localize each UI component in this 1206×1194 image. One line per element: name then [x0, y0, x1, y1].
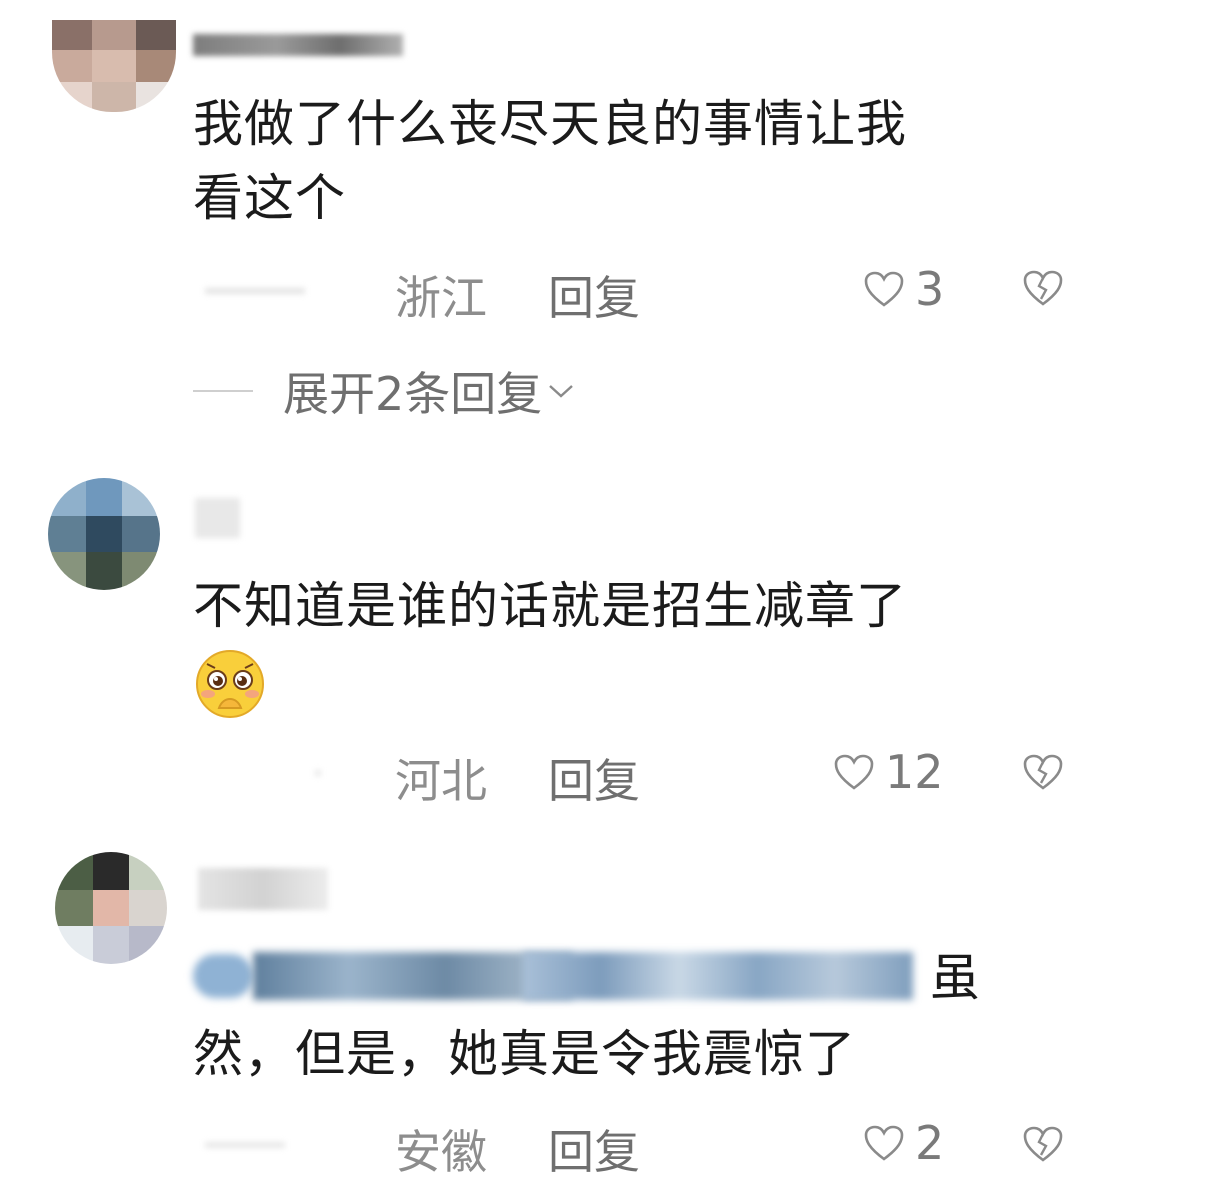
divider: [193, 390, 253, 392]
expand-replies-button[interactable]: 展开2条回复: [193, 358, 576, 424]
like-button[interactable]: 2: [863, 1116, 944, 1170]
reply-button[interactable]: 回复: [548, 1116, 640, 1182]
reply-button[interactable]: 回复: [548, 262, 640, 328]
comment-text-line: 不知道是谁的话就是招生减章了: [193, 577, 907, 635]
dislike-button[interactable]: [1022, 752, 1064, 796]
expand-label: 展开2条回复: [283, 367, 543, 421]
location: 安徽: [395, 1125, 487, 1179]
broken-heart-icon: [1023, 754, 1063, 790]
username-blurred[interactable]: [198, 868, 328, 910]
avatar[interactable]: [52, 20, 176, 112]
time-blurred: [205, 288, 305, 294]
location: 河北: [395, 754, 487, 808]
broken-heart-icon: [1023, 1126, 1063, 1162]
heart-outline-icon: [864, 1125, 904, 1161]
like-count: 12: [885, 745, 944, 799]
like-button[interactable]: 12: [833, 745, 944, 799]
broken-heart-icon: [1023, 270, 1063, 306]
username-blurred[interactable]: [195, 498, 240, 538]
like-count: 2: [915, 1116, 945, 1170]
heart-outline-icon: [834, 754, 874, 790]
comment-text-tail: 虽: [930, 949, 981, 1007]
avatar[interactable]: [48, 478, 160, 590]
like-count: 3: [915, 262, 945, 316]
shy-face-emoji: [193, 648, 267, 720]
comment-text-line: 然，但是，她真是令我震惊了: [193, 1025, 856, 1083]
time-blurred: [315, 770, 321, 776]
like-button[interactable]: 3: [863, 262, 944, 316]
avatar[interactable]: [55, 852, 167, 964]
comment-text-line: 看这个: [193, 169, 346, 227]
username-blurred[interactable]: [193, 34, 403, 56]
reply-button[interactable]: 回复: [548, 745, 640, 811]
dislike-button[interactable]: [1022, 268, 1064, 312]
time-blurred: [205, 1142, 285, 1148]
mention-blurred[interactable]: [193, 950, 913, 1002]
comment-text-line: 我做了什么丧尽天良的事情让我: [193, 95, 907, 153]
location: 浙江: [395, 271, 487, 325]
dislike-button[interactable]: [1022, 1124, 1064, 1168]
heart-outline-icon: [864, 271, 904, 307]
chevron-down-icon: [549, 385, 574, 398]
